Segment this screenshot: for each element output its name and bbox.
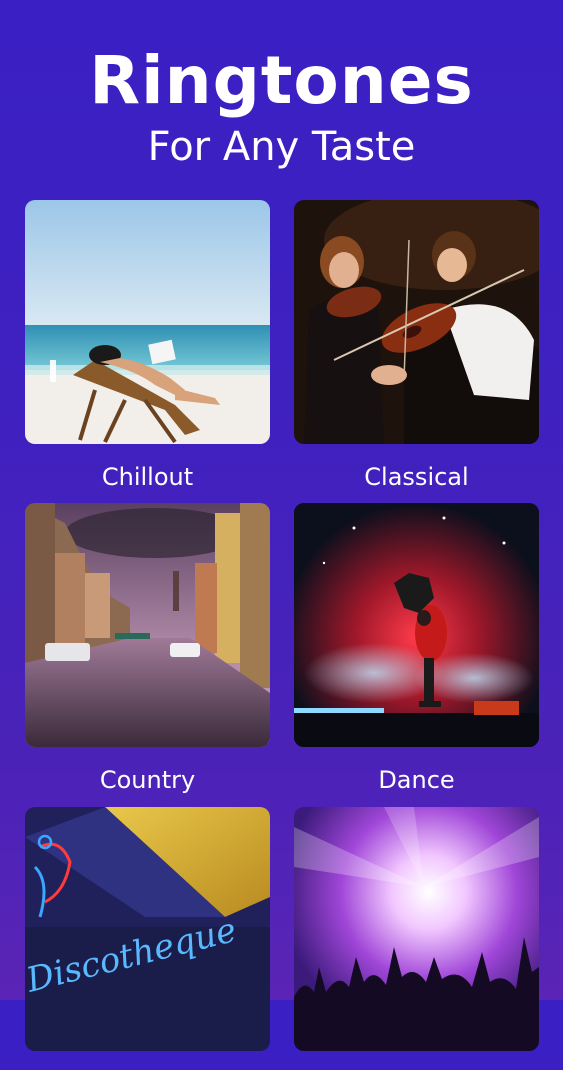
category-label: Dance: [378, 766, 455, 794]
violinists-image[interactable]: [294, 200, 539, 444]
category-card-chillout[interactable]: Chillout: [25, 200, 270, 491]
page-subtitle: For Any Taste: [147, 124, 416, 170]
header: Ringtones For Any Taste: [0, 42, 563, 170]
category-card-disco[interactable]: Discotheque: [25, 807, 270, 1070]
canal-town-image[interactable]: [25, 503, 270, 747]
category-card-classical[interactable]: Classical: [294, 200, 539, 491]
beach-lounger-image[interactable]: [25, 200, 270, 444]
category-card-dance[interactable]: Dance: [294, 503, 539, 794]
concert-crowd-image[interactable]: [294, 807, 539, 1051]
category-label: Classical: [364, 463, 469, 491]
category-label: Chillout: [101, 463, 194, 491]
breakdancer-image[interactable]: [294, 503, 539, 747]
category-label: Country: [99, 766, 196, 794]
page-title: Ringtones: [89, 42, 474, 119]
category-card-concert[interactable]: [294, 807, 539, 1070]
category-card-country[interactable]: Country: [25, 503, 270, 794]
discotheque-neon-image[interactable]: Discotheque: [25, 807, 270, 1051]
